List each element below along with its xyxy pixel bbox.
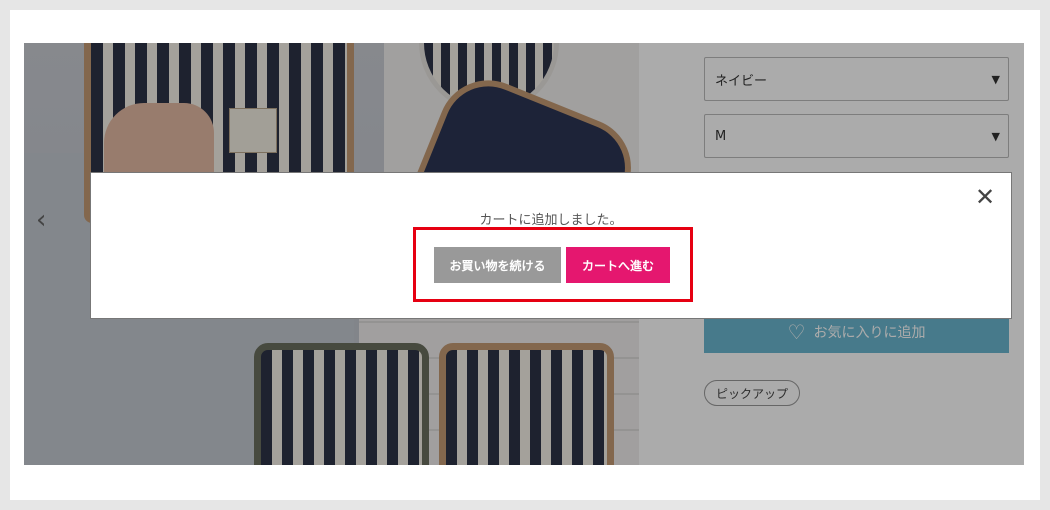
modal-message: カートに追加しました。 (479, 213, 623, 228)
close-icon[interactable]: ✕ (975, 185, 995, 209)
go-to-cart-button[interactable]: カートへ進む (566, 247, 670, 283)
continue-shopping-button[interactable]: お買い物を続ける (434, 247, 561, 283)
added-to-cart-modal: ✕ カートに追加しました。 お買い物を続ける カートへ進む (90, 172, 1012, 319)
